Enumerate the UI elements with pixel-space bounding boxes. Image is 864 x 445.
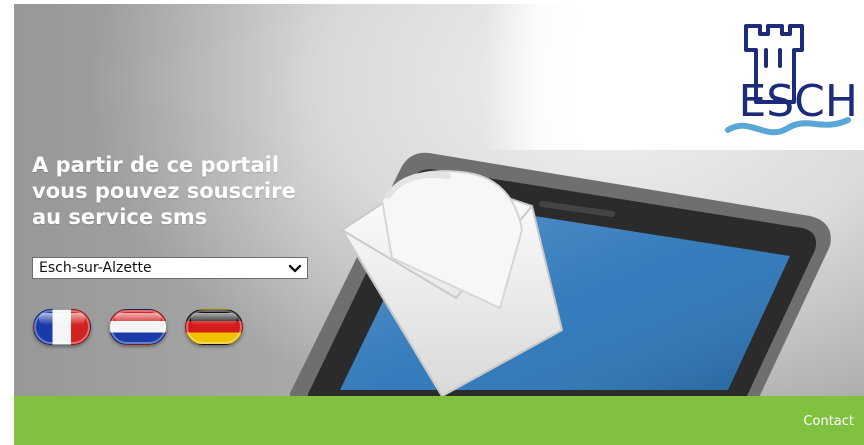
- germany-flag-icon[interactable]: [185, 309, 243, 345]
- language-switcher: [33, 309, 243, 345]
- contact-link[interactable]: Contact: [803, 414, 854, 429]
- footer-bar: Contact: [14, 396, 864, 445]
- page: ESCH A partir de ce portail vous pouvez …: [0, 0, 864, 445]
- logo-text: ESCH: [738, 76, 858, 127]
- sms-phone-envelope-illustration: [290, 152, 831, 406]
- logo-panel: ESCH: [484, 4, 864, 150]
- commune-select-value: Esch-sur-Alzette: [39, 260, 152, 276]
- france-flag-icon[interactable]: [33, 309, 91, 345]
- netherlands-flag-icon[interactable]: [109, 309, 167, 345]
